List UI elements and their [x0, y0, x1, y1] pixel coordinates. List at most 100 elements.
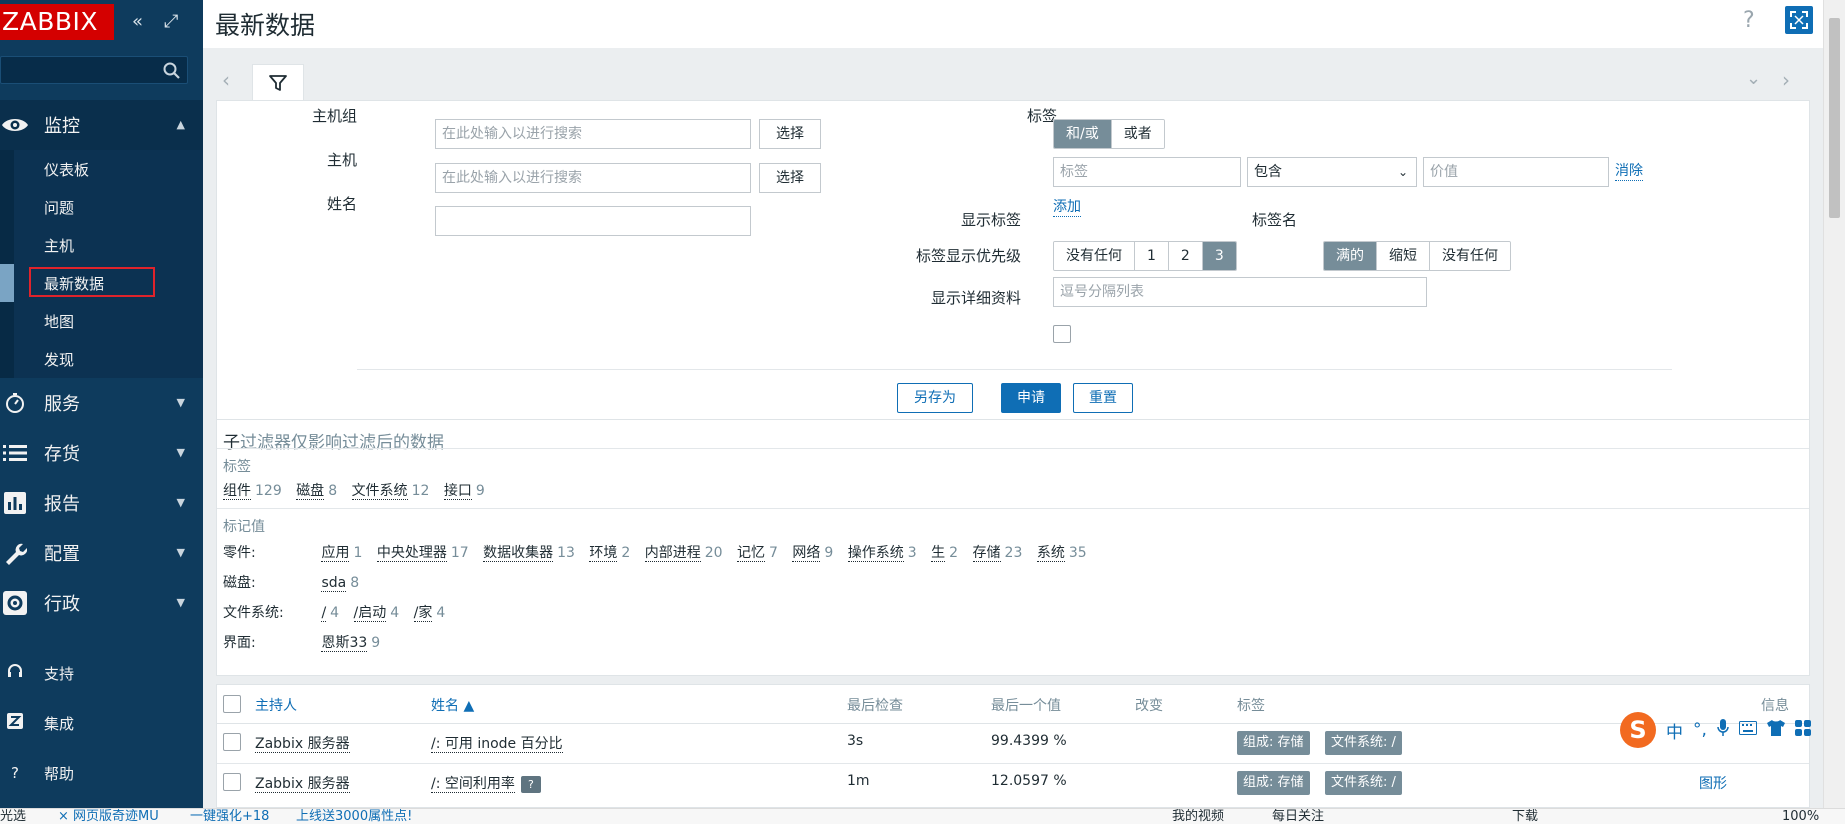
table-cell-host[interactable]: Zabbix 服务器 — [255, 733, 350, 753]
menu-item-hosts[interactable]: 主机 — [0, 226, 203, 264]
status-download[interactable]: 下载 — [1512, 809, 1538, 824]
tag-name-input[interactable]: 标签 — [1053, 157, 1241, 187]
tag-add-link[interactable]: 添加 — [1053, 199, 1081, 217]
subfilter-value[interactable]: 中央处理器 17 — [376, 542, 469, 562]
item-description-icon[interactable]: ? — [520, 775, 541, 793]
item-tag[interactable]: 文件系统: / — [1325, 731, 1402, 755]
tag-name-full[interactable]: 满的 — [1324, 242, 1377, 270]
toolbox-icon[interactable] — [1794, 719, 1811, 741]
menu-item-integrations[interactable]: 集成 — [0, 698, 203, 748]
help-icon[interactable]: ? — [1743, 8, 1755, 33]
search-icon[interactable] — [162, 61, 182, 81]
show-tags-1[interactable]: 1 — [1135, 242, 1169, 270]
microphone-icon[interactable] — [1717, 718, 1729, 742]
menu-item-support[interactable]: 支持 — [0, 648, 203, 698]
vertical-scrollbar[interactable] — [1823, 0, 1845, 808]
menu-section-reports[interactable]: 报告 ▼ — [0, 478, 203, 528]
tag-priority-input[interactable]: 逗号分隔列表 — [1053, 277, 1427, 307]
keyboard-icon[interactable] — [1738, 720, 1757, 740]
subfilter-tag[interactable]: 磁盘 8 — [296, 480, 337, 500]
menu-section-inventory[interactable]: 存货 ▼ — [0, 428, 203, 478]
show-details-checkbox[interactable] — [1053, 325, 1071, 343]
ime-punctuation[interactable]: °, — [1693, 720, 1707, 740]
menu-item-dashboard[interactable]: 仪表板 — [0, 150, 203, 188]
status-zoom[interactable]: 100% — [1782, 809, 1819, 824]
subfilter-value[interactable]: 存储 23 — [972, 542, 1022, 562]
sidebar-search-input[interactable] — [0, 56, 188, 84]
tab-filter[interactable] — [252, 64, 304, 101]
subfilter-value[interactable]: 内部进程 20 — [644, 542, 723, 562]
fullscreen-button[interactable] — [1785, 6, 1813, 34]
subfilter-value[interactable]: sda 8 — [321, 575, 359, 592]
subfilter-value[interactable]: /家 4 — [413, 602, 445, 622]
zabbix-logo[interactable]: ZABBIX — [0, 4, 114, 40]
tag-operator-select[interactable]: 包含 ⌄ — [1247, 157, 1417, 187]
skin-icon[interactable] — [1766, 719, 1785, 741]
column-header-name[interactable]: 姓名 ▲ — [431, 695, 474, 715]
ime-language[interactable]: 中 — [1666, 718, 1683, 743]
scrollbar-thumb[interactable] — [1829, 18, 1840, 218]
tag-value-input[interactable]: 价值 — [1423, 157, 1609, 187]
subfilter-value[interactable]: 生2 — [931, 542, 958, 562]
menu-section-services[interactable]: 服务 ▼ — [0, 378, 203, 428]
select-all-checkbox[interactable] — [223, 695, 241, 713]
subfilter-value[interactable]: 操作系统 3 — [847, 542, 917, 562]
column-header-host[interactable]: 主持人 — [255, 695, 297, 715]
subfilter-tag[interactable]: 组件 129 — [223, 480, 282, 500]
save-as-button[interactable]: 另存为 — [897, 383, 973, 413]
status-ad-link[interactable]: 上线送3000属性点! — [296, 809, 412, 824]
subfilter-value[interactable]: 应用 1 — [321, 542, 362, 562]
tag-mode-or[interactable]: 或者 — [1111, 120, 1164, 148]
menu-item-maps[interactable]: 地图 — [0, 302, 203, 340]
subfilter-value[interactable]: 记忆 7 — [737, 542, 778, 562]
show-tags-3[interactable]: 3 — [1202, 242, 1236, 270]
table-cell-name[interactable]: /: 可用 inode 百分比 — [431, 733, 563, 753]
collapse-sidebar-icon[interactable]: « — [132, 10, 143, 34]
subfilter-value[interactable]: /启动 4 — [353, 602, 399, 622]
subfilter-value[interactable]: 环境 2 — [589, 542, 630, 562]
kiosk-mode-icon[interactable]: ⤢ — [164, 10, 178, 34]
row-checkbox[interactable] — [223, 733, 241, 751]
subfilter-value[interactable]: 数据收集器 13 — [483, 542, 575, 562]
host-group-input[interactable]: 在此处输入以进行搜索 — [435, 119, 751, 149]
menu-item-latest-data[interactable]: 最新数据 — [0, 264, 203, 302]
host-select-button[interactable]: 选择 — [759, 163, 821, 193]
item-tag[interactable]: 文件系统: / — [1325, 771, 1402, 795]
subfilter-value[interactable]: /4 — [321, 605, 339, 622]
reset-button[interactable]: 重置 — [1073, 383, 1133, 413]
chevron-right-icon[interactable]: › — [1782, 68, 1790, 92]
status-daily-focus[interactable]: 每日关注 — [1272, 809, 1324, 824]
menu-item-help[interactable]: ? 帮助 — [0, 748, 203, 798]
graph-link[interactable]: 图形 — [1699, 773, 1727, 793]
subfilter-tag[interactable]: 文件系统 12 — [351, 480, 429, 500]
item-tag[interactable]: 组成: 存储 — [1237, 771, 1310, 795]
menu-item-problems[interactable]: 问题 — [0, 188, 203, 226]
menu-item-discovery[interactable]: 发现 — [0, 340, 203, 378]
chevron-left-icon[interactable]: ‹ — [222, 68, 230, 92]
apply-button[interactable]: 申请 — [1001, 383, 1061, 413]
menu-section-monitoring[interactable]: 监控 ▲ — [0, 100, 203, 150]
item-tag[interactable]: 组成: 存储 — [1237, 731, 1310, 755]
tag-remove-link[interactable]: 消除 — [1615, 163, 1643, 181]
subfilter-value[interactable]: 网络 9 — [792, 542, 833, 562]
host-group-select-button[interactable]: 选择 — [759, 119, 821, 149]
row-checkbox[interactable] — [223, 773, 241, 791]
chevron-down-icon[interactable]: ⌄ — [1746, 68, 1761, 89]
table-cell-name[interactable]: /: 空间利用率? — [431, 773, 541, 793]
subfilter-tag[interactable]: 接口 9 — [443, 480, 485, 500]
status-ad-link[interactable]: 一键强化+18 — [190, 809, 269, 824]
subfilter-value[interactable]: 恩斯33 9 — [321, 632, 380, 652]
menu-section-administration[interactable]: 行政 ▼ — [0, 578, 203, 628]
name-input[interactable] — [435, 206, 751, 236]
tag-mode-and-or[interactable]: 和/或 — [1054, 120, 1112, 148]
tag-name-none[interactable]: 没有任何 — [1430, 242, 1510, 270]
status-ad-link[interactable]: × 网页版奇迹MU — [58, 809, 159, 824]
sogou-logo-icon[interactable]: S — [1620, 712, 1656, 748]
menu-section-configuration[interactable]: 配置 ▼ — [0, 528, 203, 578]
show-tags-2[interactable]: 2 — [1168, 242, 1203, 270]
show-tags-none[interactable]: 没有任何 — [1054, 242, 1135, 270]
host-input[interactable]: 在此处输入以进行搜索 — [435, 163, 751, 193]
status-my-video[interactable]: 我的视频 — [1172, 809, 1224, 824]
subfilter-value[interactable]: 系统 35 — [1036, 542, 1087, 562]
table-cell-host[interactable]: Zabbix 服务器 — [255, 773, 350, 793]
